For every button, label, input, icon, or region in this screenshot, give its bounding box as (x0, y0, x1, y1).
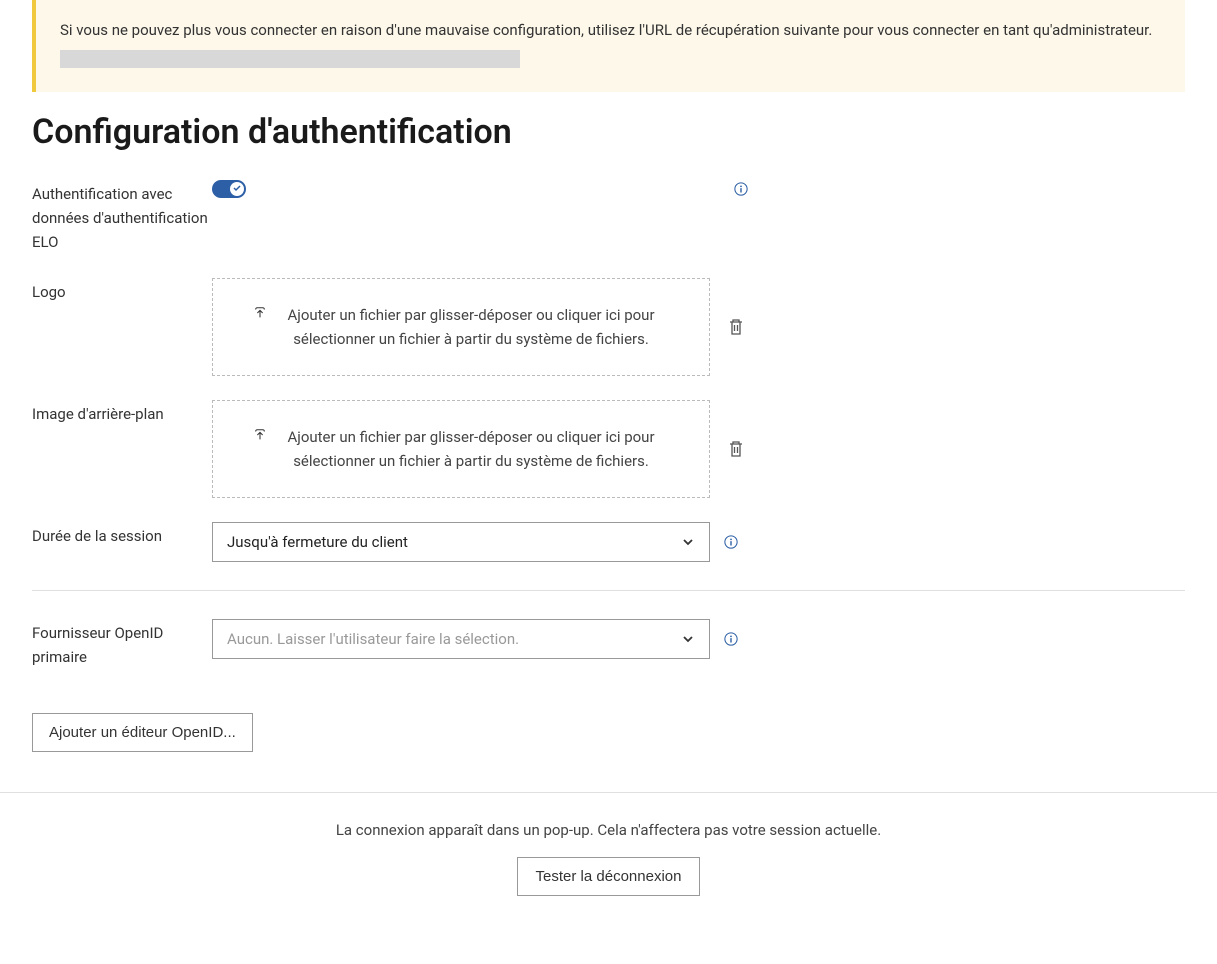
page-title: Configuration d'authentification (32, 112, 1185, 152)
logo-delete-button[interactable] (724, 314, 748, 340)
alert-text: Si vous ne pouvez plus vous connecter en… (60, 18, 1161, 42)
recovery-alert: Si vous ne pouvez plus vous connecter en… (32, 0, 1185, 92)
openid-provider-placeholder: Aucun. Laisser l'utilisateur faire la sé… (227, 630, 519, 648)
info-icon[interactable] (724, 535, 738, 549)
trash-icon (728, 318, 744, 336)
logo-label: Logo (32, 278, 212, 304)
upload-icon (253, 306, 267, 320)
check-icon (232, 183, 242, 193)
elo-auth-label: Authentification avec données d'authenti… (32, 180, 212, 254)
openid-provider-select[interactable]: Aucun. Laisser l'utilisateur faire la sé… (212, 619, 710, 659)
logo-dropzone[interactable]: Ajouter un fichier par glisser-déposer o… (212, 278, 710, 376)
background-dropzone-text: Ajouter un fichier par glisser-déposer o… (273, 425, 669, 473)
background-label: Image d'arrière-plan (32, 400, 212, 426)
chevron-down-icon (681, 632, 695, 646)
divider (32, 590, 1185, 591)
footer-text: La connexion apparaît dans un pop-up. Ce… (32, 821, 1185, 839)
trash-icon (728, 440, 744, 458)
openid-provider-label: Fournisseur OpenID primaire (32, 619, 212, 669)
background-dropzone[interactable]: Ajouter un fichier par glisser-déposer o… (212, 400, 710, 498)
recovery-url-redacted (60, 50, 520, 68)
info-icon[interactable] (724, 632, 738, 646)
elo-auth-toggle[interactable] (212, 180, 246, 198)
chevron-down-icon (681, 535, 695, 549)
info-icon[interactable] (734, 182, 748, 196)
test-logout-button[interactable]: Tester la déconnexion (517, 857, 701, 896)
session-duration-value: Jusqu'à fermeture du client (227, 533, 408, 551)
upload-icon (253, 428, 267, 442)
add-openid-button[interactable]: Ajouter un éditeur OpenID... (32, 713, 253, 752)
session-duration-select[interactable]: Jusqu'à fermeture du client (212, 522, 710, 562)
session-duration-label: Durée de la session (32, 522, 212, 548)
background-delete-button[interactable] (724, 436, 748, 462)
logo-dropzone-text: Ajouter un fichier par glisser-déposer o… (273, 303, 669, 351)
